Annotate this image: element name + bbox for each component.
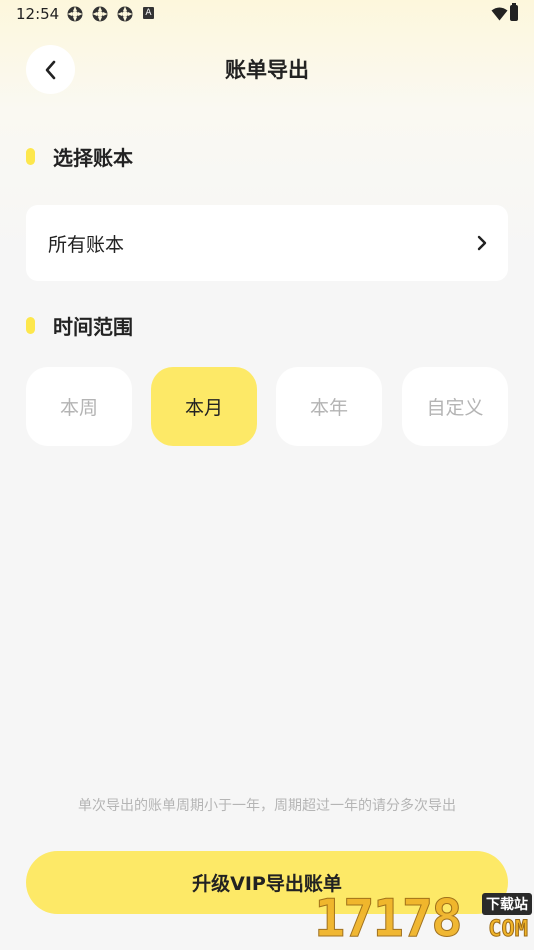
selected-book-label: 所有账本 [48, 233, 125, 256]
book-selector[interactable]: 所有账本 [26, 205, 508, 281]
section-header-range: 时间范围 [26, 310, 133, 340]
range-option-week[interactable]: 本周 [26, 367, 132, 446]
status-time: 12:54 [16, 5, 60, 23]
battery-icon [510, 3, 518, 21]
watermark-logo: 17178 下载站 COM [310, 887, 534, 950]
time-range-options: 本周 本月 本年 自定义 [26, 367, 508, 446]
watermark-domain: COM [488, 917, 529, 943]
section-title-book: 选择账本 [53, 145, 133, 170]
section-marker [26, 147, 35, 165]
a-icon: A [143, 7, 154, 19]
range-option-custom[interactable]: 自定义 [402, 367, 508, 446]
sync-icon [91, 5, 109, 23]
watermark-tag: 下载站 [482, 893, 532, 915]
page-title: 账单导出 [225, 58, 309, 82]
chevron-right-icon [476, 234, 488, 252]
export-note: 单次导出的账单周期小于一年，周期超过一年的请分多次导出 [78, 798, 456, 814]
wifi-icon [491, 6, 508, 25]
section-header-book: 选择账本 [26, 141, 133, 171]
section-title-range: 时间范围 [53, 314, 133, 339]
sync-icon [66, 5, 84, 23]
sync-icon [116, 5, 134, 23]
range-option-year[interactable]: 本年 [276, 367, 382, 446]
range-option-month[interactable]: 本月 [151, 367, 257, 446]
section-marker [26, 316, 35, 334]
status-bar: 12:54 A [0, 0, 534, 28]
watermark-digits: 17178 [314, 889, 464, 950]
